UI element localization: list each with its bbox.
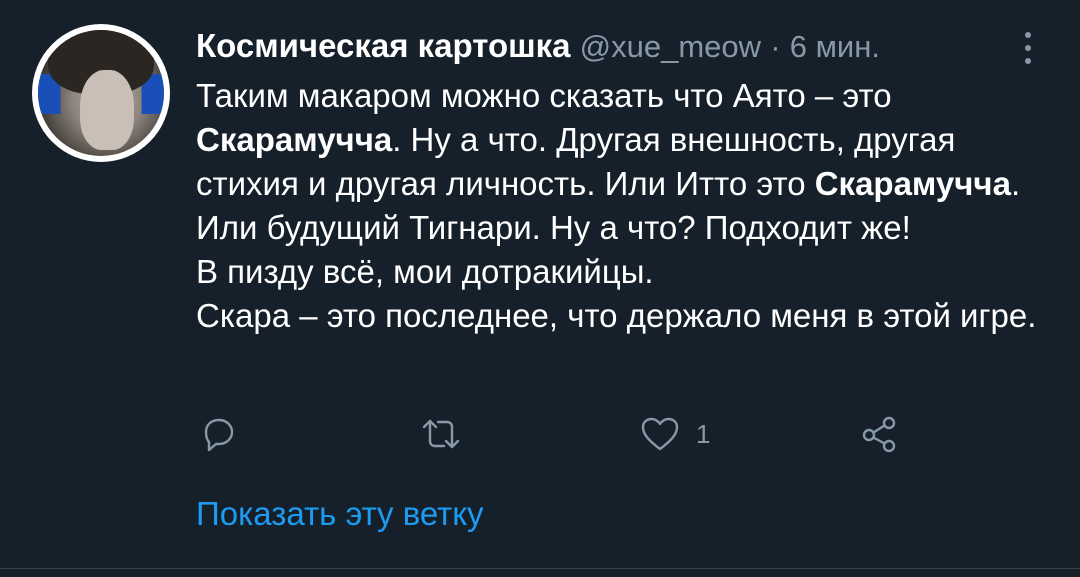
tweet-text-part: . [1010, 165, 1021, 202]
reply-icon [204, 418, 234, 452]
tweet-text: Таким макаром можно сказать что Аято – э… [196, 74, 1056, 338]
share-icon [862, 416, 896, 453]
share-button[interactable] [858, 412, 902, 456]
heart-icon [641, 417, 679, 451]
avatar[interactable] [32, 24, 170, 162]
reply-button[interactable] [198, 412, 240, 456]
author-handle[interactable]: @xue_meow [580, 29, 761, 64]
like-count: 1 [696, 418, 711, 449]
tweet-text-part: Таким макаром можно сказать что Аято – э… [196, 77, 892, 114]
tweet-time[interactable]: 6 мин. [790, 29, 880, 64]
retweet-button[interactable] [418, 412, 464, 456]
tweet-text-line-3: В пизду всё, мои дотракийцы. [196, 253, 654, 290]
tweet-text-paragraph-1: Таким макаром можно сказать что Аято – э… [196, 74, 1056, 206]
separator-dot: · [770, 29, 781, 64]
show-thread-link[interactable]: Показать эту ветку [196, 492, 484, 536]
like-button[interactable]: 1 [638, 412, 710, 456]
tweet-header: Космическая картошка @xue_meow · 6 мин. [196, 26, 880, 67]
tweet-text-bold: Скарамучча [196, 121, 393, 158]
tweet-text-bold: Скарамучча [814, 165, 1011, 202]
tweet-text-line-2: Или будущий Тигнари. Ну а что? Подходит … [196, 209, 911, 246]
avatar-face [80, 70, 134, 150]
retweet-icon [422, 419, 460, 449]
action-bar: 1 [0, 412, 1080, 456]
more-vertical-icon[interactable] [1018, 32, 1038, 68]
divider [0, 568, 1080, 569]
avatar-image [38, 30, 164, 156]
tweet-text-line-4: Скара – это последнее, что держало меня … [196, 297, 1037, 334]
author-name[interactable]: Космическая картошка [196, 27, 571, 64]
